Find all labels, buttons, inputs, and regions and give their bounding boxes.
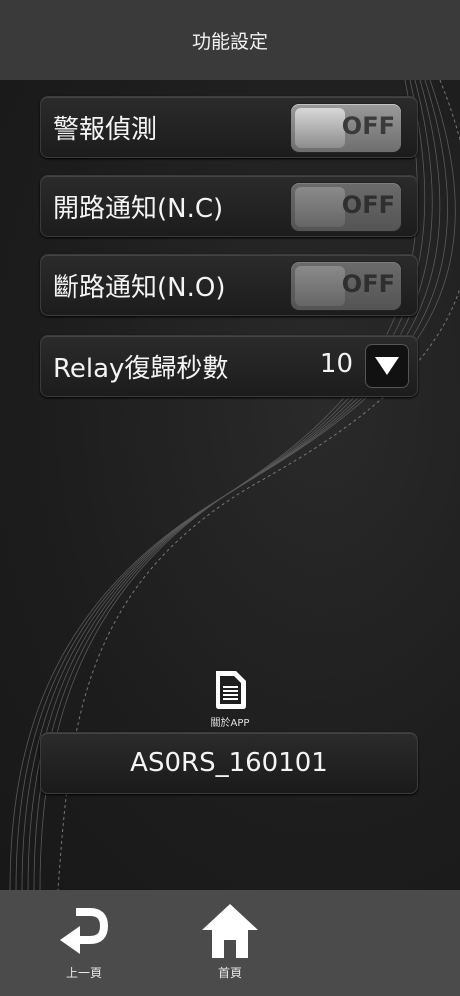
toggle-knob <box>295 108 345 148</box>
back-arrow-icon <box>44 890 124 970</box>
relay-label: Relay復歸秒數 <box>53 353 229 384</box>
close-notify-row: 斷路通知(N.O) OFF <box>40 254 418 316</box>
relay-seconds-value[interactable]: 10 <box>320 349 353 379</box>
relay-row: Relay復歸秒數 10 <box>40 335 418 397</box>
toggle-state-label: OFF <box>341 112 395 140</box>
toggle-knob <box>295 187 345 227</box>
document-icon <box>208 668 252 712</box>
device-name: AS0RS_160101 <box>130 748 328 778</box>
about-app-label: 關於APP <box>210 718 250 729</box>
toggle-state-label: OFF <box>341 191 395 219</box>
open-notify-row: 開路通知(N.C) OFF <box>40 175 418 237</box>
triangle-down-icon <box>375 357 399 375</box>
close-notify-toggle[interactable]: OFF <box>291 262 401 310</box>
page-title: 功能設定 <box>191 30 268 53</box>
back-nav-button[interactable]: 上一頁 <box>44 890 124 981</box>
back-nav-label: 上一頁 <box>65 966 102 980</box>
close-notify-label: 斷路通知(N.O) <box>53 272 226 303</box>
home-nav-label: 首頁 <box>217 966 242 980</box>
toggle-knob <box>295 266 345 306</box>
alarm-detect-label: 警報偵測 <box>53 114 158 145</box>
toggle-state-label: OFF <box>341 270 395 298</box>
about-app-button[interactable]: 關於APP <box>200 668 260 729</box>
home-icon <box>190 890 270 970</box>
alarm-detect-row: 警報偵測 OFF <box>40 96 418 158</box>
device-name-field[interactable]: AS0RS_160101 <box>40 732 418 794</box>
open-notify-toggle[interactable]: OFF <box>291 183 401 231</box>
home-nav-button[interactable]: 首頁 <box>190 890 270 981</box>
bottom-nav: 上一頁 首頁 <box>0 890 460 996</box>
page-header: 功能設定 <box>0 0 460 80</box>
relay-dropdown-button[interactable] <box>365 344 409 388</box>
alarm-detect-toggle[interactable]: OFF <box>291 104 401 152</box>
open-notify-label: 開路通知(N.C) <box>53 193 224 224</box>
